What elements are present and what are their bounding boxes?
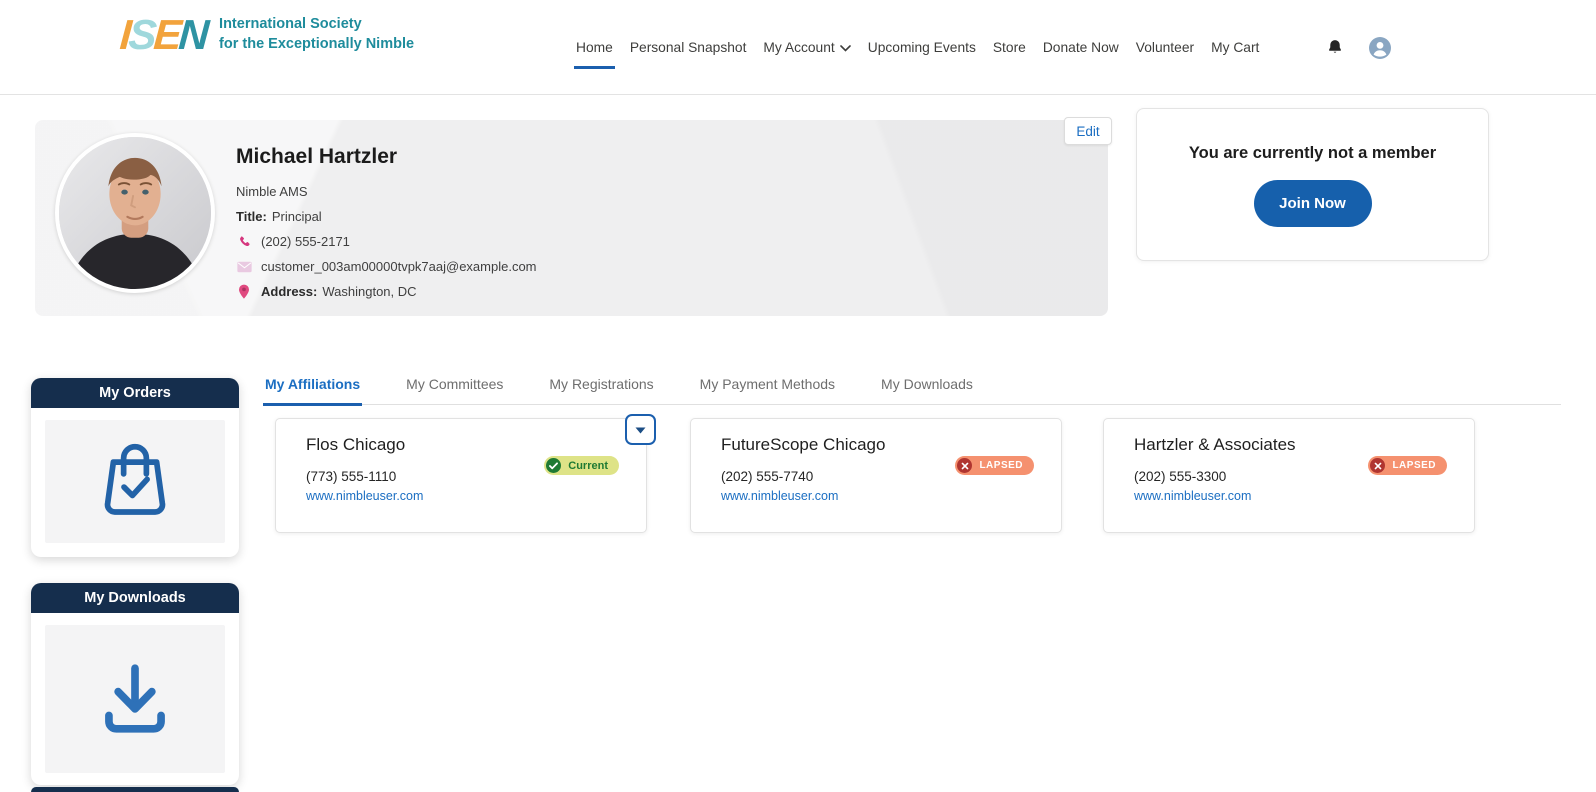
affiliation-website-link[interactable]: www.nimbleuser.com: [1134, 489, 1251, 503]
affiliation-name: Hartzler & Associates: [1134, 435, 1296, 455]
tab-my-registrations[interactable]: My Registrations: [547, 372, 655, 404]
affiliation-phone: (202) 555-3300: [1134, 469, 1226, 484]
status-badge: LAPSED: [955, 456, 1034, 475]
nav-item-personal-snapshot[interactable]: Personal Snapshot: [630, 0, 747, 95]
header-icons: [1326, 0, 1392, 95]
affiliation-phone: (773) 555-1110: [306, 469, 396, 484]
my-orders-tile[interactable]: My Orders: [31, 378, 239, 557]
main-nav: Home Personal Snapshot My Account Upcomi…: [576, 0, 1259, 95]
chevron-down-icon: [840, 45, 851, 52]
affiliation-card: Flos Chicago Current (773) 555-1110 www.…: [275, 418, 647, 533]
affiliation-name: FutureScope Chicago: [721, 435, 885, 455]
tab-my-committees[interactable]: My Committees: [404, 372, 505, 404]
map-pin-icon: [236, 284, 252, 299]
status-badge: Current: [544, 456, 619, 475]
x-circle-icon: [957, 458, 972, 473]
tab-my-affiliations[interactable]: My Affiliations: [263, 372, 362, 404]
brand-tagline: International Society for the Exceptiona…: [219, 15, 414, 54]
x-circle-icon: [1370, 458, 1385, 473]
logo-letter: E: [152, 11, 180, 58]
content-tabs: My Affiliations My Committees My Registr…: [263, 372, 1561, 405]
profile-hero-card: Michael Hartzler Nimble AMS Title:Princi…: [35, 120, 1108, 316]
tab-my-payment-methods[interactable]: My Payment Methods: [698, 372, 837, 404]
my-downloads-tile[interactable]: My Downloads: [31, 583, 239, 785]
phone-icon: [236, 235, 252, 249]
affiliation-website-link[interactable]: www.nimbleuser.com: [721, 489, 838, 503]
page: ISEN International Society for the Excep…: [0, 0, 1596, 792]
affiliation-website-link[interactable]: www.nimbleuser.com: [306, 489, 423, 503]
profile-name: Michael Hartzler: [236, 145, 537, 169]
profile-address-row: Address:Washington, DC: [236, 284, 537, 299]
my-downloads-tile-title: My Downloads: [31, 583, 239, 613]
bell-icon[interactable]: [1326, 38, 1344, 57]
caret-down-icon: [635, 421, 646, 439]
edit-profile-button[interactable]: Edit: [1064, 117, 1112, 145]
nav-item-my-account[interactable]: My Account: [763, 0, 850, 95]
affiliation-menu-button[interactable]: [625, 414, 656, 445]
profile-photo: [55, 133, 215, 293]
logo-letter: S: [127, 11, 155, 58]
nav-item-home[interactable]: Home: [576, 0, 613, 95]
join-now-button[interactable]: Join Now: [1254, 180, 1372, 227]
check-circle-icon: [546, 458, 561, 473]
profile-organization-row: Nimble AMS: [236, 184, 537, 199]
profile-title-row: Title:Principal: [236, 209, 537, 224]
nav-item-upcoming-events[interactable]: Upcoming Events: [868, 0, 976, 95]
affiliation-card: FutureScope Chicago LAPSED (202) 555-774…: [690, 418, 1062, 533]
top-navbar: ISEN International Society for the Excep…: [0, 0, 1596, 95]
profile-email-row: customer_003am00000tvpk7aaj@example.com: [236, 259, 537, 274]
my-orders-tile-title: My Orders: [31, 378, 239, 408]
nav-item-my-cart[interactable]: My Cart: [1211, 0, 1259, 95]
status-badge: LAPSED: [1368, 456, 1447, 475]
brand-tagline-line2: for the Exceptionally Nimble: [219, 35, 414, 55]
envelope-icon: [236, 261, 252, 273]
brand-tagline-line1: International Society: [219, 15, 414, 35]
logo-letter: N: [177, 11, 208, 58]
nav-item-store[interactable]: Store: [993, 0, 1026, 95]
membership-card: You are currently not a member Join Now: [1136, 108, 1489, 261]
next-tile-header-cutoff: [31, 787, 239, 792]
download-tray-icon: [89, 651, 181, 748]
isen-logo: ISEN: [119, 14, 208, 56]
membership-status-message: You are currently not a member: [1137, 144, 1488, 163]
nav-item-donate-now[interactable]: Donate Now: [1043, 0, 1119, 95]
user-avatar-icon[interactable]: [1368, 36, 1392, 60]
affiliation-phone: (202) 555-7740: [721, 469, 813, 484]
affiliation-card: Hartzler & Associates LAPSED (202) 555-3…: [1103, 418, 1475, 533]
nav-item-volunteer[interactable]: Volunteer: [1136, 0, 1194, 95]
shopping-bag-check-icon: [91, 435, 179, 528]
profile-info: Michael Hartzler Nimble AMS Title:Princi…: [236, 145, 537, 309]
profile-phone-row: (202) 555-2171: [236, 234, 537, 249]
tab-my-downloads[interactable]: My Downloads: [879, 372, 975, 404]
affiliation-name: Flos Chicago: [306, 435, 405, 455]
brand-logo[interactable]: ISEN International Society for the Excep…: [120, 14, 414, 56]
